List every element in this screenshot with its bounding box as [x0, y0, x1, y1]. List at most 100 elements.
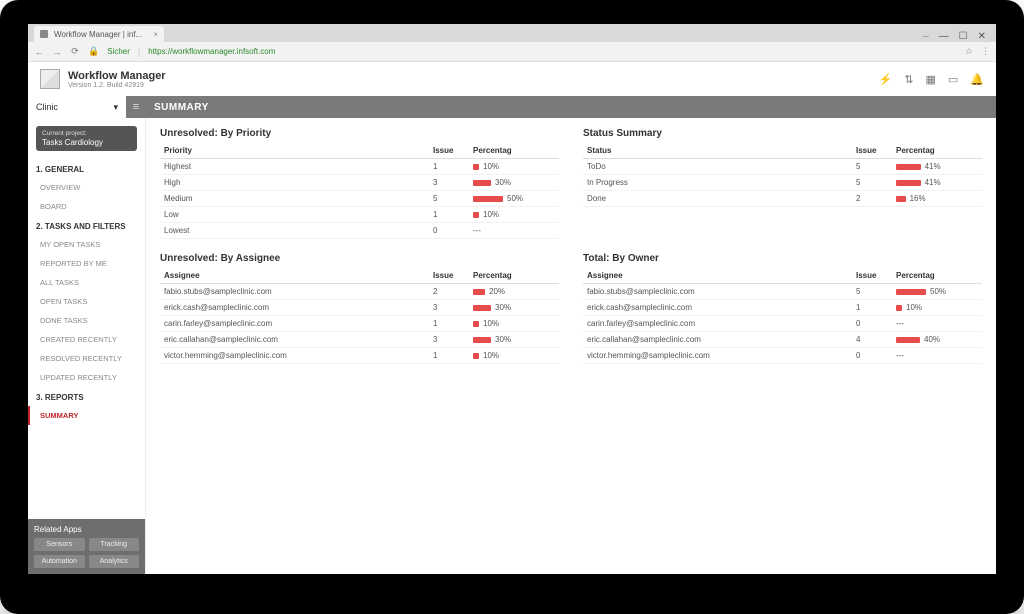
table-row: eric.callahan@sampleclinic.com330%: [160, 332, 559, 348]
panel-status-summary: Status Summary Status Issue Percentag To…: [583, 128, 982, 239]
related-app-button[interactable]: Tracking: [89, 538, 140, 551]
row-percentag: 40%: [892, 332, 982, 348]
table-row: ToDo541%: [583, 159, 982, 175]
row-issue: 3: [429, 332, 469, 348]
row-label: eric.callahan@sampleclinic.com: [160, 332, 429, 348]
row-issue: 1: [429, 316, 469, 332]
percent-bar: [473, 196, 503, 202]
related-apps-panel: Related Apps Sensors Tracking Automation An…: [28, 519, 145, 574]
nav-item[interactable]: SUMMARY: [28, 406, 145, 425]
row-label: Done: [583, 191, 852, 207]
percent-bar: [896, 180, 921, 186]
table-row: carin.farley@sampleclinic.com0---: [583, 316, 982, 332]
nav-group-title: 1. GENERAL: [28, 159, 145, 178]
col-assignee: Assignee: [583, 268, 852, 284]
row-issue: 5: [852, 175, 892, 191]
table-row: Done216%: [583, 191, 982, 207]
nav-item[interactable]: UPDATED RECENTLY: [28, 368, 145, 387]
table-row: erick.cash@sampleclinic.com330%: [160, 300, 559, 316]
context-selector[interactable]: Clinic ▾: [28, 96, 126, 118]
new-tab-icon[interactable]: –: [923, 31, 929, 42]
panel-unresolved-priority: Unresolved: By Priority Priority Issue P…: [160, 128, 559, 239]
row-issue: 5: [429, 191, 469, 207]
row-percentag: 10%: [469, 207, 559, 223]
col-percentag: Percentag: [469, 268, 559, 284]
browser-addressbar: ← → ⟳ 🔒 Sicher | https://workflowmanager…: [28, 42, 996, 62]
percent-bar: [896, 305, 902, 311]
nav-item[interactable]: OVERVIEW: [28, 178, 145, 197]
project-chip[interactable]: Current project: Tasks Cardiology: [36, 126, 137, 151]
maximize-icon[interactable]: ☐: [959, 31, 968, 42]
row-label: fabio.stubs@sampleclinic.com: [160, 284, 429, 300]
row-issue: 3: [429, 300, 469, 316]
minimize-icon[interactable]: —: [939, 31, 949, 42]
nav-item[interactable]: DONE TASKS: [28, 311, 145, 330]
col-issue: Issue: [852, 268, 892, 284]
row-issue: 3: [429, 175, 469, 191]
sliders-icon[interactable]: ⇅: [904, 73, 913, 86]
close-window-icon[interactable]: ✕: [978, 31, 986, 42]
nav-group-title: 3. REPORTS: [28, 387, 145, 406]
app-logo: [40, 69, 60, 89]
bell-icon[interactable]: 🔔: [970, 73, 984, 86]
percent-bar: [473, 321, 479, 327]
bolt-icon[interactable]: ⚡: [879, 73, 893, 86]
col-assignee: Assignee: [160, 268, 429, 284]
context-bar: Clinic ▾ ≡ SUMMARY: [28, 96, 996, 118]
row-percentag: 10%: [469, 159, 559, 175]
row-issue: 1: [429, 159, 469, 175]
row-issue: 2: [852, 191, 892, 207]
row-issue: 2: [429, 284, 469, 300]
nav-item[interactable]: RESOLVED RECENTLY: [28, 349, 145, 368]
forward-icon[interactable]: →: [52, 47, 62, 57]
percent-bar: [473, 337, 491, 343]
url-field[interactable]: https://workflowmanager.infsoft.com: [148, 47, 275, 56]
card-icon[interactable]: ▭: [948, 73, 958, 86]
row-percentag: ---: [892, 316, 982, 332]
row-issue: 1: [429, 348, 469, 364]
bookmark-star-icon[interactable]: ☆: [965, 46, 973, 57]
percent-bar: [896, 289, 926, 295]
nav-item[interactable]: BOARD: [28, 197, 145, 216]
nav-item[interactable]: OPEN TASKS: [28, 292, 145, 311]
row-label: eric.callahan@sampleclinic.com: [583, 332, 852, 348]
chevron-down-icon: ▾: [113, 102, 118, 113]
related-app-button[interactable]: Analytics: [89, 555, 140, 568]
col-percentag: Percentag: [469, 143, 559, 159]
hamburger-icon[interactable]: ≡: [126, 101, 146, 113]
nav-item[interactable]: MY OPEN TASKS: [28, 235, 145, 254]
related-apps-title: Related Apps: [34, 525, 139, 534]
breadcrumb: SUMMARY: [146, 102, 209, 113]
browser-menu-icon[interactable]: ⋮: [981, 46, 990, 57]
app-header: Workflow Manager Version 1.2. Build 4291…: [28, 62, 996, 96]
row-label: carin.farley@sampleclinic.com: [583, 316, 852, 332]
back-icon[interactable]: ←: [34, 47, 44, 57]
header-icon-bar: ⚡ ⇅ ▦ ▭ 🔔: [879, 73, 984, 86]
row-issue: 0: [429, 223, 469, 239]
related-app-button[interactable]: Automation: [34, 555, 85, 568]
row-issue: 1: [429, 207, 469, 223]
col-issue: Issue: [852, 143, 892, 159]
sidebar: Current project: Tasks Cardiology 1. GEN…: [28, 118, 146, 574]
row-percentag: 10%: [469, 316, 559, 332]
panel-title: Status Summary: [583, 128, 982, 139]
grid-icon[interactable]: ▦: [925, 73, 935, 86]
nav-item[interactable]: REPORTED BY ME: [28, 254, 145, 273]
row-percentag: 16%: [892, 191, 982, 207]
table-row: fabio.stubs@sampleclinic.com550%: [583, 284, 982, 300]
related-app-button[interactable]: Sensors: [34, 538, 85, 551]
row-percentag: 50%: [892, 284, 982, 300]
nav-item[interactable]: CREATED RECENTLY: [28, 330, 145, 349]
table-total-owner: Assignee Issue Percentag fabio.stubs@sam…: [583, 268, 982, 364]
table-row: victor.hemming@sampleclinic.com110%: [160, 348, 559, 364]
secure-label: Sicher: [107, 47, 130, 56]
reload-icon[interactable]: ⟳: [70, 46, 80, 57]
col-priority: Priority: [160, 143, 429, 159]
nav-group-title: 2. TASKS AND FILTERS: [28, 216, 145, 235]
percent-bar: [896, 164, 921, 170]
nav-item[interactable]: ALL TASKS: [28, 273, 145, 292]
close-icon[interactable]: ×: [153, 30, 158, 39]
browser-tab[interactable]: Workflow Manager | inf... ×: [34, 26, 164, 42]
row-percentag: 30%: [469, 175, 559, 191]
row-label: erick.cash@sampleclinic.com: [583, 300, 852, 316]
